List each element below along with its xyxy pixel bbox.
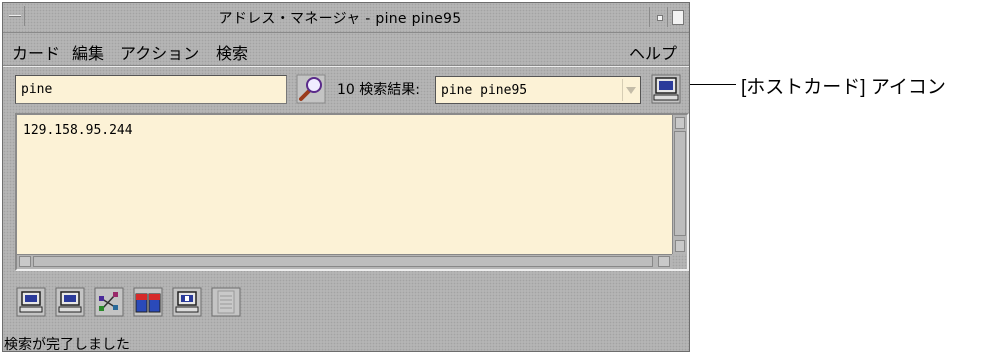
list-button[interactable]: [211, 287, 241, 317]
host-computer-button-1[interactable]: [16, 287, 46, 317]
menu-action[interactable]: アクション: [120, 40, 199, 64]
menu-bar: カード 編集 アクション 検索 ヘルプ: [3, 34, 689, 67]
horizontal-scroll-thumb[interactable]: [33, 256, 653, 267]
menu-help[interactable]: ヘルプ: [629, 40, 677, 64]
results-selected-value: pine pine95: [441, 83, 528, 98]
scroll-right-icon[interactable]: [658, 256, 670, 267]
chevron-down-icon[interactable]: [622, 79, 638, 101]
callout-line: [690, 84, 736, 85]
address-manager-window: アドレス・マネージャ - pine pine95 カード 編集 アクション 検索…: [2, 2, 690, 353]
title-bar[interactable]: アドレス・マネージャ - pine pine95: [3, 3, 689, 33]
help-computer-button[interactable]: [172, 287, 202, 317]
host-computer-icon: [16, 287, 46, 317]
menu-edit[interactable]: 編集: [72, 40, 104, 64]
scroll-down-icon[interactable]: [675, 240, 685, 252]
search-input[interactable]: pine: [15, 75, 287, 104]
card-text-panel: 129.158.95.244: [15, 113, 689, 271]
tile-panels-icon: [133, 287, 163, 317]
results-dropdown[interactable]: pine pine95: [435, 76, 641, 104]
vertical-scrollbar[interactable]: [672, 115, 687, 254]
list-icon: [211, 287, 241, 317]
host-card-button[interactable]: [651, 74, 681, 104]
host-card-icon: [651, 74, 681, 104]
host-computer-button-2[interactable]: [55, 287, 85, 317]
result-count: 10: [337, 82, 355, 98]
scroll-up-icon[interactable]: [675, 117, 685, 129]
results-label-text: 検索結果:: [359, 82, 420, 98]
help-computer-icon: [172, 287, 202, 317]
results-label: 10 検索結果:: [337, 79, 420, 99]
status-message: 検索が完了しました: [4, 337, 130, 353]
menu-card[interactable]: カード: [12, 40, 60, 64]
network-map-icon: [94, 287, 124, 317]
card-text-area[interactable]: 129.158.95.244: [17, 115, 672, 254]
minimize-button[interactable]: [649, 7, 667, 27]
magnifier-icon: [296, 74, 326, 104]
maximize-button[interactable]: [667, 7, 685, 27]
tile-panels-button[interactable]: [133, 287, 163, 317]
window-title: アドレス・マネージャ - pine pine95: [218, 11, 462, 27]
vertical-scroll-thumb[interactable]: [674, 131, 686, 236]
window-menu-button[interactable]: [5, 6, 25, 26]
horizontal-scrollbar[interactable]: [17, 254, 672, 269]
host-computer-icon: [55, 287, 85, 317]
search-button[interactable]: [296, 74, 326, 104]
callout-label: [ホストカード] アイコン: [741, 77, 946, 98]
scroll-left-icon[interactable]: [19, 256, 31, 267]
menu-search[interactable]: 検索: [216, 40, 248, 64]
network-map-button[interactable]: [94, 287, 124, 317]
